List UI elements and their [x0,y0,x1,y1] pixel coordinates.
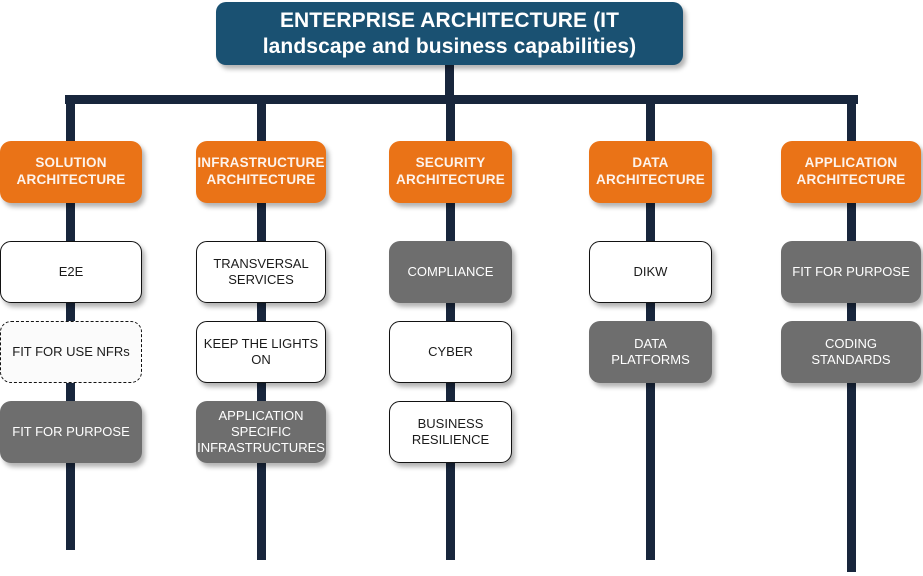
node-solution-architecture-2[interactable]: FIT FOR USE NFRs [0,321,142,383]
node-label: COMPLIANCE [407,263,494,279]
node-application-architecture-2[interactable]: CODING STANDARDS [781,321,921,383]
node-infrastructure-architecture-3[interactable]: APPLICATION SPECIFIC INFRASTRUCTURES [196,401,326,463]
node-infrastructure-architecture-1[interactable]: TRANSVERSAL SERVICES [196,241,326,303]
pillar-header-label: APPLICATION ARCHITECTURE [796,155,906,187]
node-application-architecture-1[interactable]: FIT FOR PURPOSE [781,241,921,303]
node-data-architecture-2[interactable]: DATA PLATFORMS [589,321,712,383]
node-label: TRANSVERSAL SERVICES [213,255,309,287]
diagram-title-text: ENTERPRISE ARCHITECTURE (IT landscape an… [262,8,637,58]
node-label: CYBER [428,343,473,359]
node-solution-architecture-3[interactable]: FIT FOR PURPOSE [0,401,142,463]
pillar-header-solution-architecture[interactable]: SOLUTION ARCHITECTURE [0,141,142,203]
diagram-title: ENTERPRISE ARCHITECTURE (IT landscape an… [216,2,683,65]
node-label: DIKW [633,263,668,279]
node-security-architecture-3[interactable]: BUSINESS RESILIENCE [389,401,512,463]
node-label: FIT FOR USE NFRs [12,343,130,359]
node-label: DATA PLATFORMS [611,335,690,367]
node-label: FIT FOR PURPOSE [12,423,130,439]
node-label: CODING STANDARDS [811,335,891,367]
pillar-header-data-architecture[interactable]: DATA ARCHITECTURE [589,141,712,203]
node-label: APPLICATION SPECIFIC INFRASTRUCTURES [197,407,325,456]
pillar-header-label: DATA ARCHITECTURE [596,155,705,187]
node-label: E2E [58,263,84,279]
node-data-architecture-1[interactable]: DIKW [589,241,712,303]
node-label: FIT FOR PURPOSE [792,263,910,279]
enterprise-architecture-diagram: ENTERPRISE ARCHITECTURE (IT landscape an… [0,0,923,576]
node-solution-architecture-1[interactable]: E2E [0,241,142,303]
pillar-header-application-architecture[interactable]: APPLICATION ARCHITECTURE [781,141,921,203]
pillar-header-infrastructure-architecture[interactable]: INFRASTRUCTURE ARCHITECTURE [196,141,326,203]
node-label: BUSINESS RESILIENCE [411,415,490,447]
connector-horizontal-bus [65,95,858,104]
pillar-header-label: INFRASTRUCTURE ARCHITECTURE [197,155,325,187]
node-label: KEEP THE LIGHTS ON [203,335,319,367]
pillar-header-security-architecture[interactable]: SECURITY ARCHITECTURE [389,141,512,203]
node-infrastructure-architecture-2[interactable]: KEEP THE LIGHTS ON [196,321,326,383]
node-security-architecture-1[interactable]: COMPLIANCE [389,241,512,303]
pillar-header-label: SECURITY ARCHITECTURE [396,155,505,187]
pillar-header-label: SOLUTION ARCHITECTURE [16,155,126,187]
node-security-architecture-2[interactable]: CYBER [389,321,512,383]
